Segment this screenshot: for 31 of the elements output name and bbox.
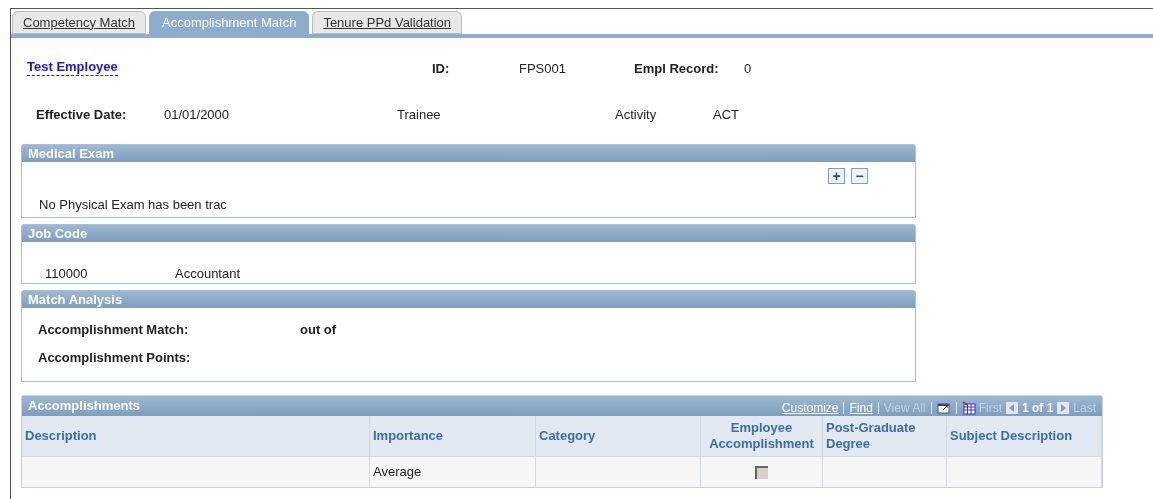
effective-date-value: 01/01/2000 <box>164 106 230 124</box>
delete-row-button[interactable]: − <box>851 168 868 184</box>
section-header: Job Code <box>22 225 915 242</box>
job-title: Trainee <box>397 106 441 124</box>
job-description: Accountant <box>175 265 241 283</box>
add-row-button[interactable]: + <box>828 168 845 184</box>
activity-value: ACT <box>713 106 739 124</box>
points-label: Accomplishment Points: <box>38 349 191 367</box>
effective-date-label: Effective Date: <box>36 106 127 124</box>
section-header: Medical Exam <box>22 145 915 162</box>
employee-name-link[interactable]: Test Employee <box>27 59 118 76</box>
out-of-text: out of <box>300 321 337 339</box>
tab[interactable]: Tenure PPd Validation <box>312 11 463 34</box>
empl-record-label: Empl Record: <box>634 60 719 78</box>
tab[interactable]: Accomplishment Match <box>149 11 310 34</box>
table-cell: Average <box>370 457 536 487</box>
page-count: 1 of 1 <box>1021 400 1054 417</box>
match-label: Accomplishment Match: <box>38 321 189 339</box>
id-value: FPS001 <box>519 60 566 78</box>
activity-label: Activity <box>615 106 657 124</box>
toolbar-link[interactable]: Find <box>849 399 873 417</box>
toolbar-link[interactable]: Customize <box>781 399 839 417</box>
grid-icon[interactable] <box>961 401 976 415</box>
job-code: 110000 <box>45 265 88 283</box>
id-label: ID: <box>432 60 450 78</box>
popout-icon[interactable] <box>936 401 951 415</box>
tab[interactable]: Competency Match <box>12 11 146 34</box>
exam-message: No Physical Exam has been trac <box>39 197 227 212</box>
empl-record-value: 0 <box>744 60 752 78</box>
section-header: Match Analysis <box>22 291 915 308</box>
grid-title: Accomplishments <box>28 397 140 416</box>
